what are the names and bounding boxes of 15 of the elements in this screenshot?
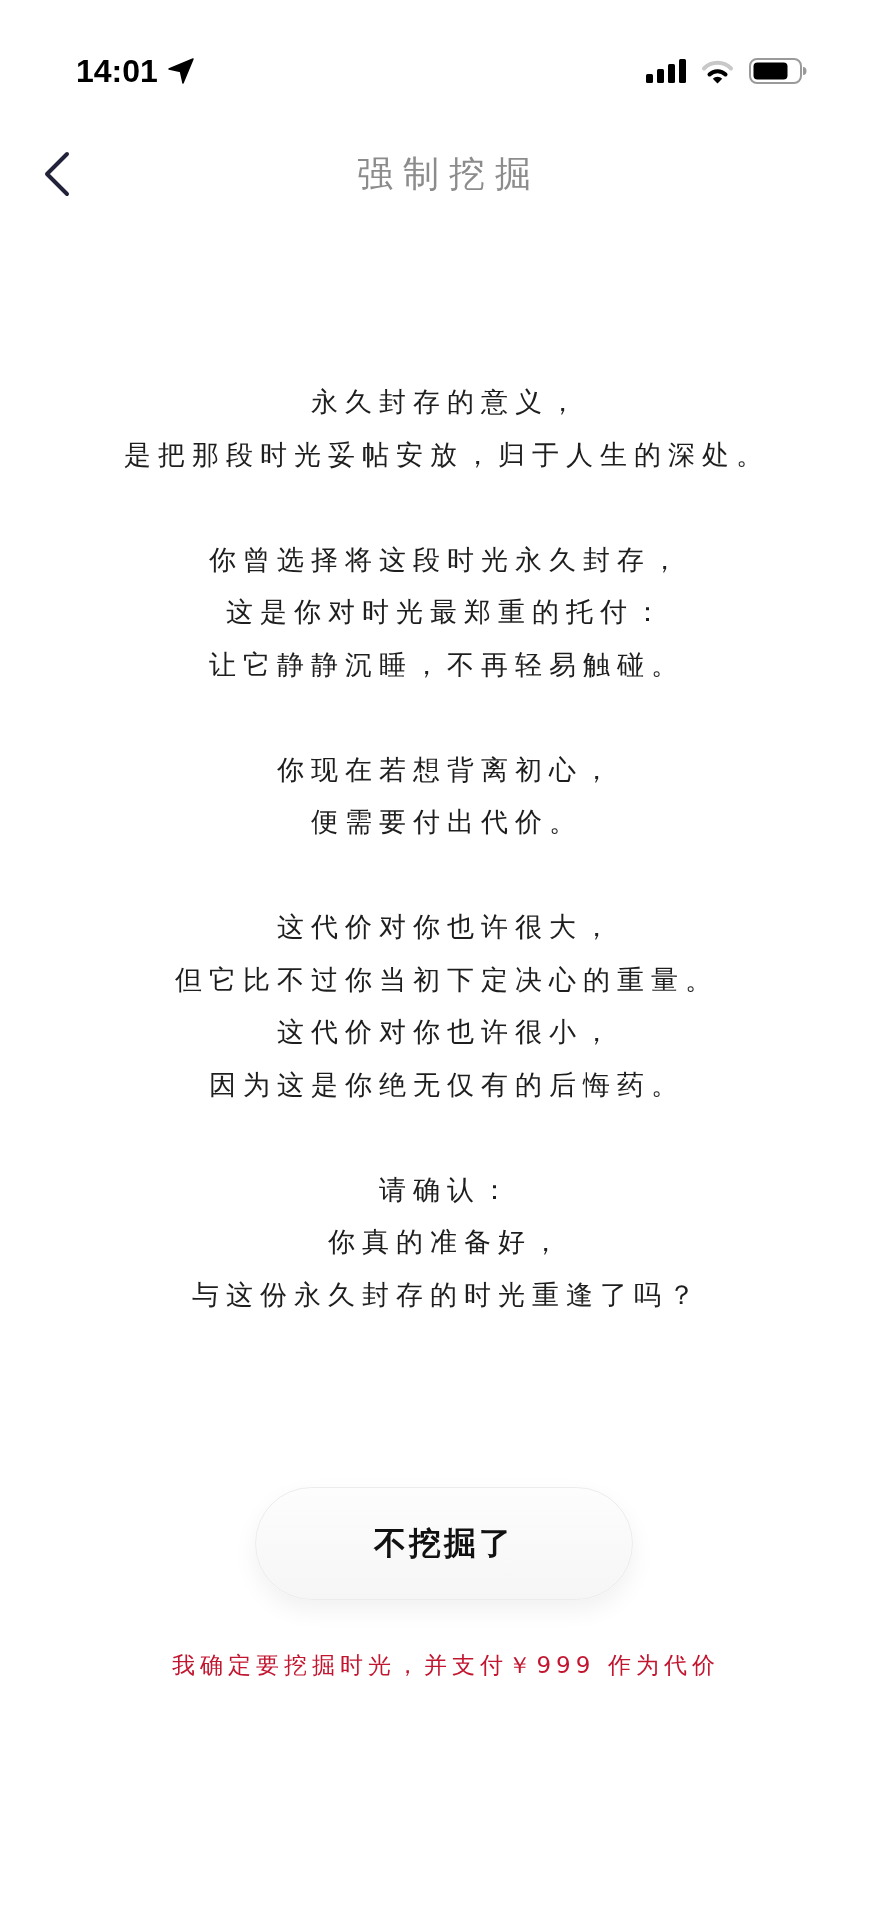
message-paragraph: 你现在若想背离初心， 便需要付出代价。 <box>276 752 617 839</box>
battery-icon <box>749 58 807 84</box>
wifi-icon <box>700 58 735 84</box>
status-time: 14:01 <box>76 52 158 91</box>
signal-bars-icon <box>646 59 686 83</box>
chevron-left-icon <box>43 151 70 197</box>
message-paragraph: 你曾选择将这段时光永久封存， 这是你对时光最郑重的托付： 让它静静沉睡，不再轻易触碰。 <box>208 542 685 682</box>
message-paragraph: 请确认： 你真的准备好， 与这份永久封存的时光重逢了吗？ <box>191 1172 702 1312</box>
location-arrow-icon <box>167 58 194 84</box>
message-paragraph: 这代价对你也许很大， 但它比不过你当初下定决心的重量。 这代价对你也许很小， 因为这是你绝无仅有的后悔药。 <box>174 910 719 1102</box>
cancel-dig-button[interactable]: 不挖掘了 <box>254 1487 633 1600</box>
confirm-pay-link[interactable]: 我确定要挖掘时光，并支付￥999 作为代价 <box>167 1650 720 1680</box>
back-button[interactable] <box>43 151 70 197</box>
page-title: 强制挖掘 <box>355 152 541 196</box>
message-paragraph: 永久封存的意义， 是把那段时光妥帖安放，归于人生的深处。 <box>123 385 770 472</box>
